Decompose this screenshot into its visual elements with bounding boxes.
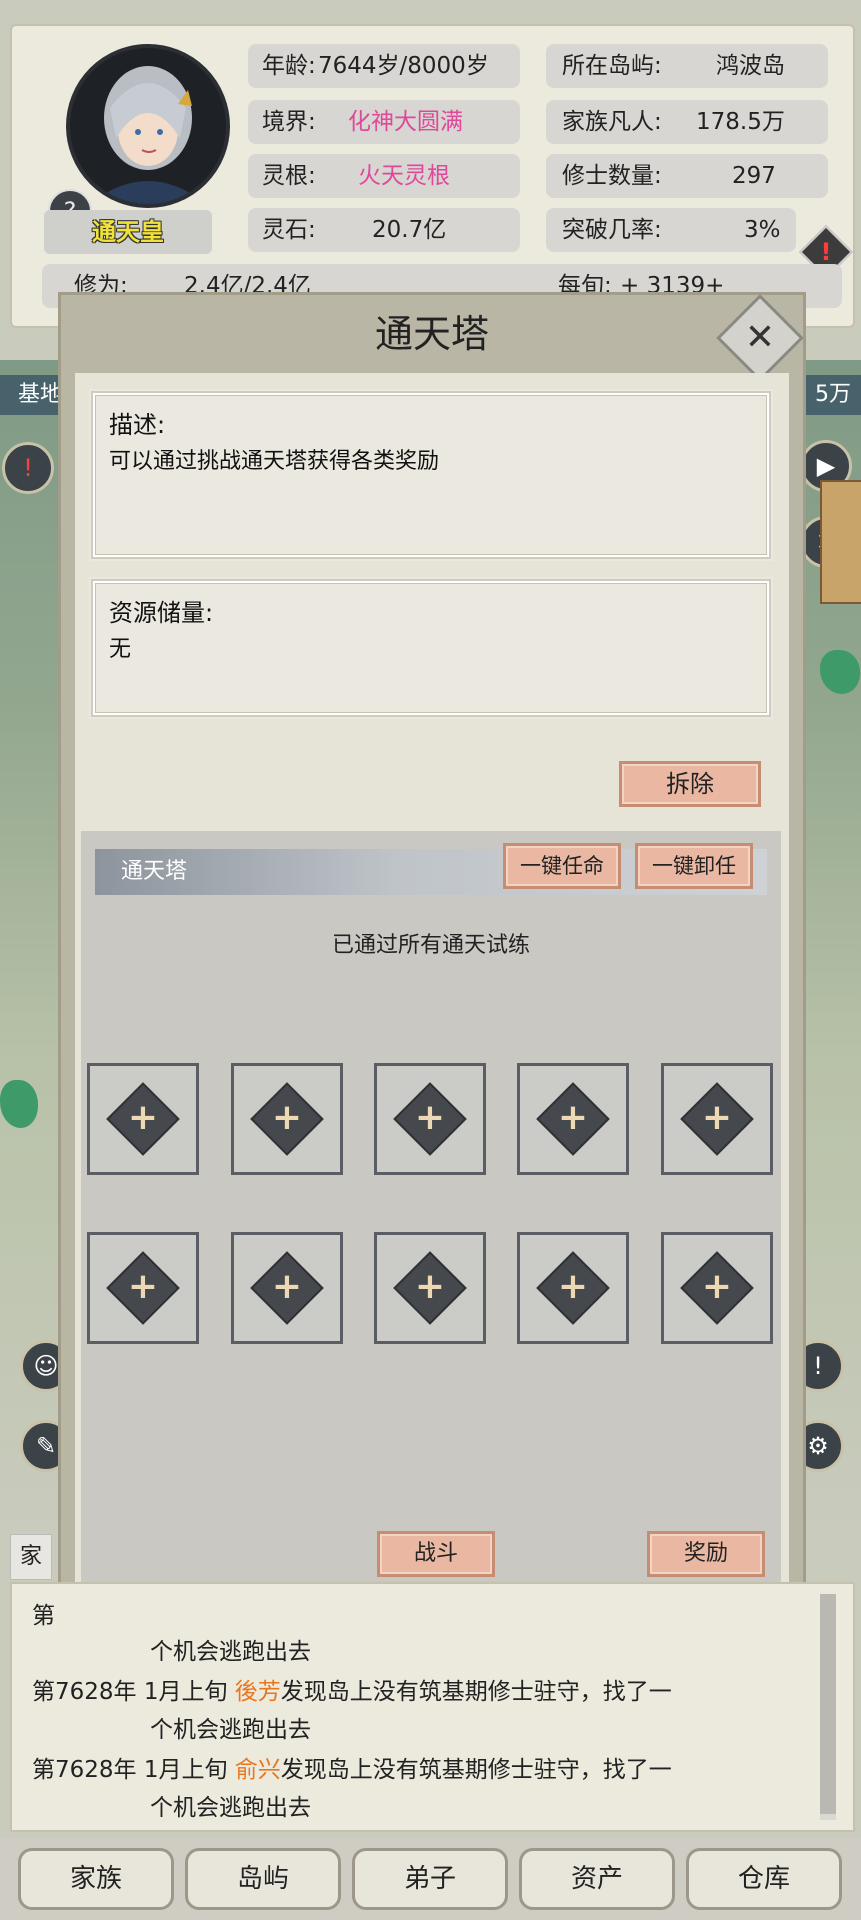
root-stat: 灵根: 火天灵根 (248, 154, 520, 198)
log-line: 第 (32, 1603, 55, 1629)
description-box: 描述: 可以通过挑战通天塔获得各类奖励 (89, 389, 773, 561)
root-label: 灵根: (262, 163, 316, 189)
resource-text: 无 (109, 637, 132, 662)
status-message: 已通过所有通天试练 (331, 933, 530, 958)
realm-value: 化神大圆满 (348, 109, 463, 135)
island-value: 鸿波岛 (716, 53, 785, 79)
map-band-right-label: 5万 (815, 382, 851, 407)
cultivators-label: 修士数量: (562, 163, 662, 189)
plus-icon: + (414, 1097, 446, 1138)
plus-icon: + (271, 1097, 303, 1138)
realm-label: 境界: (262, 109, 316, 135)
resource-heading: 资源储量: (109, 599, 214, 627)
description-heading: 描述: (109, 411, 166, 439)
demolish-button[interactable]: 拆除 (619, 761, 761, 807)
battle-button[interactable]: 战斗 (377, 1531, 495, 1577)
disciple-slot[interactable]: + (87, 1232, 199, 1344)
character-name: 通天皇 (44, 210, 212, 254)
log-line: 个机会逃跑出去 (150, 1717, 311, 1743)
event-log: 第 个机会逃跑出去 第7628年 1月上旬 後芳发现岛上没有筑基期修士驻守，找了… (10, 1582, 855, 1832)
disciple-slot[interactable]: + (231, 1063, 343, 1175)
reward-button[interactable]: 奖励 (647, 1531, 765, 1577)
appoint-all-button[interactable]: 一键任命 (503, 843, 621, 889)
bottom-navigation: 家族 岛屿 弟子 资产 仓库 (0, 1838, 861, 1920)
breakthrough-value: 3% (744, 217, 781, 243)
nav-family-button[interactable]: 家族 (18, 1848, 174, 1910)
dialog-title: 通天塔 (374, 312, 489, 356)
plus-icon: + (414, 1266, 446, 1307)
log-line: 第7628年 1月上旬 後芳发现岛上没有筑基期修士驻守，找了一 (32, 1679, 672, 1705)
disciple-slot[interactable]: + (661, 1232, 773, 1344)
mortals-label: 家族凡人: (562, 109, 662, 135)
disciple-slot[interactable]: + (374, 1063, 486, 1175)
disciple-slot[interactable]: + (231, 1232, 343, 1344)
log-scrollbar-thumb[interactable] (820, 1594, 836, 1814)
tree-decoration (820, 650, 860, 694)
age-value: 年龄: (262, 53, 316, 79)
plus-icon: + (271, 1266, 303, 1307)
log-line: 第7628年 1月上旬 俞兴发现岛上没有筑基期修士驻守，找了一 (32, 1757, 672, 1783)
plus-icon: + (701, 1097, 733, 1138)
island-stat: 所在岛屿: 鸿波岛 (546, 44, 828, 88)
building-decoration (820, 480, 861, 604)
tower-header-label: 通天塔 (121, 859, 188, 884)
disciple-slot[interactable]: + (661, 1063, 773, 1175)
age-number: 7644岁/8000岁 (318, 53, 489, 79)
log-line: 个机会逃跑出去 (150, 1795, 311, 1821)
disciple-name-link[interactable]: 後芳 (235, 1679, 281, 1705)
stones-stat: 灵石: 20.7亿 (248, 208, 520, 252)
description-text: 可以通过挑战通天塔获得各类奖励 (109, 449, 440, 474)
plus-icon: + (557, 1097, 589, 1138)
stones-value: 20.7亿 (372, 217, 447, 243)
plus-icon: + (701, 1266, 733, 1307)
cultivators-stat: 修士数量: 297 (546, 154, 828, 198)
log-scrollbar[interactable] (820, 1594, 836, 1820)
mortals-value: 178.5万 (696, 109, 785, 135)
log-line: 个机会逃跑出去 (150, 1639, 311, 1665)
disciple-slot[interactable]: + (374, 1232, 486, 1344)
log-tab-family[interactable]: 家 (10, 1534, 52, 1580)
nav-warehouse-button[interactable]: 仓库 (686, 1848, 842, 1910)
plus-icon: + (557, 1266, 589, 1307)
disciple-slot[interactable]: + (517, 1232, 629, 1344)
nav-assets-button[interactable]: 资产 (519, 1848, 675, 1910)
nav-disciples-button[interactable]: 弟子 (352, 1848, 508, 1910)
realm-stat: 境界: 化神大圆满 (248, 100, 520, 144)
character-panel: ? 通天皇 年龄: 7644岁/8000岁 所在岛屿: 鸿波岛 境界: 化神大圆… (10, 24, 855, 328)
tower-dialog: 通天塔 ✕ 描述: 可以通过挑战通天塔获得各类奖励 资源储量: 无 拆除 通天塔… (58, 292, 806, 1628)
tower-panel: 通天塔 一键任命 一键卸任 已通过所有通天试练 + + + + + + + + … (81, 831, 781, 1603)
map-band-left-label: 基地 (18, 382, 63, 407)
disciple-slot[interactable]: + (517, 1063, 629, 1175)
island-label: 所在岛屿: (562, 53, 662, 79)
nav-island-button[interactable]: 岛屿 (185, 1848, 341, 1910)
disciple-name-link[interactable]: 俞兴 (235, 1757, 281, 1783)
dismiss-all-button[interactable]: 一键卸任 (635, 843, 753, 889)
breakthrough-stat: 突破几率: 3% (546, 208, 796, 252)
close-icon: ✕ (744, 317, 776, 358)
age-stat: 年龄: 7644岁/8000岁 (248, 44, 520, 88)
cultivators-value: 297 (732, 163, 776, 189)
character-avatar[interactable] (66, 44, 230, 208)
plus-icon: + (127, 1097, 159, 1138)
stones-label: 灵石: (262, 217, 316, 243)
root-value: 火天灵根 (358, 163, 450, 189)
tree-decoration (0, 1080, 38, 1128)
disciple-slot[interactable]: + (87, 1063, 199, 1175)
breakthrough-label: 突破几率: (562, 217, 662, 243)
resource-box: 资源储量: 无 (89, 577, 773, 719)
dialog-body: 描述: 可以通过挑战通天塔获得各类奖励 资源储量: 无 拆除 通天塔 一键任命 … (75, 373, 789, 1613)
alert-icon[interactable]: ! (2, 442, 54, 494)
mortals-stat: 家族凡人: 178.5万 (546, 100, 828, 144)
plus-icon: + (127, 1266, 159, 1307)
